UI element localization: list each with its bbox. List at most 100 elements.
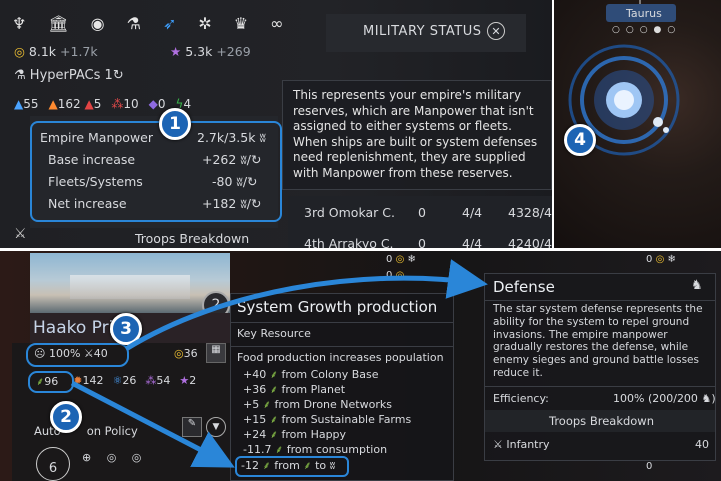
arrow-icon[interactable]: ➶ <box>163 14 176 33</box>
dust-icon: ◎ <box>14 44 25 59</box>
food-icon: ⸙ <box>262 459 271 472</box>
net-increase-value: +182 ʬ/↻ <box>202 196 262 211</box>
fleet-row-name[interactable]: 4th Arrakyo C. <box>304 236 394 248</box>
rifle-icon: ⚔ <box>493 438 503 451</box>
badge-2: 2 <box>50 401 82 433</box>
chevron-down-icon[interactable]: ▼ <box>206 417 226 437</box>
fleet-row-ratio: 4/4 <box>462 236 483 248</box>
population-stat: ☹ 100% ⚔40 <box>34 347 108 360</box>
science-icon: ⚛ <box>112 374 123 387</box>
infantry-row: ⚔ Infantry <box>493 438 550 451</box>
fleets-systems-value: -80 ʬ/↻ <box>212 174 258 189</box>
fleet-row-slot: 0 <box>418 205 426 220</box>
gear-sun-icon[interactable]: ✲ <box>198 14 211 33</box>
troops-breakdown: Troops Breakdown <box>549 414 655 428</box>
infantry-value: 40 <box>695 438 709 451</box>
money-stat: ◎ 8.1k +1.7k <box>14 44 98 59</box>
troops-icon: ʬ <box>259 130 266 145</box>
growth-line-last: -12 ⸙ from ⸙ to ʬ <box>241 459 336 472</box>
growth-line: +36 ⸙ from Planet <box>243 383 346 396</box>
food-icon: ⸙ <box>269 383 278 396</box>
key-resource: Key Resource <box>237 327 311 340</box>
efficiency-value: 100% (200/200 ♞) <box>613 392 716 405</box>
food-icon: ⸙ <box>269 413 278 426</box>
flask-icon[interactable]: ⚗ <box>127 14 141 33</box>
food-icon: ⸙ <box>36 375 45 388</box>
trophy-icon[interactable]: ♛ <box>234 14 248 33</box>
fleet-row-power: 4240/4 <box>508 236 552 248</box>
base-increase: Base increase <box>48 152 136 167</box>
badge-4: 4 <box>564 124 596 156</box>
badge-3: 3 <box>110 313 142 345</box>
star-icon: ★ <box>179 374 190 387</box>
influence-icon: ★ <box>170 44 182 59</box>
galaxy-map-panel: Taurus ○○○●○ 4 <box>554 0 721 248</box>
food-header: Food production increases population <box>237 351 444 364</box>
influence-icon: ⁂ <box>145 374 157 387</box>
museum-icon[interactable]: 🏛 <box>48 14 68 33</box>
defense-tooltip: Defense ♞ The star system defense repres… <box>484 273 716 461</box>
troops-rate-icon: ʬ/↻ <box>236 174 258 189</box>
military-status-panel: ♆ 🏛 ◉ ⚗ ➶ ✲ ♛ ∞ ◎ 8.1k +1.7k ★ 5.3k +269… <box>0 0 552 248</box>
food-icon: ⸙ <box>269 368 278 381</box>
unit-slot-icons[interactable]: ⊕ ◎ ◎ <box>82 451 147 464</box>
crystal-icon: ◆ <box>148 97 158 111</box>
troops-breakdown: Troops Breakdown <box>135 231 250 246</box>
flask-small-icon: ⚗ <box>14 68 26 83</box>
defense-icon: ♞ <box>691 278 703 293</box>
triad-icon: ⁂ <box>111 97 124 111</box>
handshake-icon[interactable]: ∞ <box>270 14 283 33</box>
population-icon: ☹ <box>34 347 46 360</box>
food-icon: ⸙ <box>303 459 312 472</box>
growth-title: System Growth production <box>237 298 438 316</box>
fleet-row-ratio: 4/4 <box>462 205 483 220</box>
growth-tooltip: System Growth production Key Resource Fo… <box>230 293 454 481</box>
gold-icon: ◎ <box>395 270 405 281</box>
rifle-icon: ⚔ <box>83 347 94 360</box>
automation-policy[interactable]: Auto on Policy <box>34 424 138 438</box>
empire-manpower-value: 2.7k/3.5k ʬ <box>197 130 266 145</box>
food-icon: ⸙ <box>274 443 284 456</box>
map-marker: 0 ◎ ❄ <box>386 254 416 265</box>
fleet-row-name[interactable]: 3rd Omokar C. <box>304 205 395 220</box>
gold-icon: ◎ <box>655 254 665 265</box>
gold-icon: ◎ <box>395 254 405 265</box>
growth-line: -11.7 ⸙ from consumption <box>243 443 388 456</box>
food-icon: ⸙ <box>269 428 278 441</box>
planet-dots: ○○○●○ <box>612 25 682 35</box>
map-marker: 0 ◎ <box>386 270 405 281</box>
coins-icon[interactable]: ◉ <box>91 14 105 33</box>
map-marker: 0 <box>646 461 653 472</box>
laurel-icon[interactable]: ♆ <box>12 14 26 33</box>
system-name[interactable]: Taurus <box>626 7 662 20</box>
system-title: Haako Pri <box>33 318 114 338</box>
influence-stat: ★ 5.3k +269 <box>170 44 251 59</box>
gold-icon: ◎ <box>174 347 184 360</box>
manpower-tooltip: This represents your empire's military r… <box>282 80 552 190</box>
troops-icon: ʬ <box>329 459 336 472</box>
resource-line: ⸙96 ✹142 ⚛26 ⁂54 ★2 <box>36 374 197 388</box>
drop-icon: ▲ <box>14 97 24 111</box>
net-increase: Net increase <box>48 196 127 211</box>
troops-rate-icon: ʬ/↻ <box>240 196 262 211</box>
snowflake-icon: ❄ <box>667 254 676 265</box>
military-status-title: MILITARY STATUS <box>363 24 482 39</box>
growth-line: +5 ⸙ from Drone Networks <box>243 398 392 411</box>
flame-red-icon: ▲ <box>84 97 94 111</box>
edit-button[interactable]: ✎ <box>182 417 202 437</box>
building-icon[interactable]: ▦ <box>206 343 226 363</box>
empire-manpower: Empire Manpower <box>40 130 154 145</box>
efficiency-label: Efficiency: <box>493 392 549 405</box>
system-view-panel: 2 Haako Pri ☹ 100% ⚔40 ◎ 3 6 ▦ ⸙96 ✹142 ⚛2… <box>0 251 721 481</box>
soldier-icon: ⚔ <box>14 226 27 242</box>
defense-small-icon: ♞ <box>701 392 712 405</box>
close-icon[interactable]: ✕ <box>487 22 505 40</box>
growth-line: +40 ⸙ from Colony Base <box>243 368 379 381</box>
food-icon: ⸙ <box>262 398 271 411</box>
badge-1: 1 <box>159 108 191 140</box>
troops-rate-icon: ʬ/↻ <box>240 152 262 167</box>
hyperpacs-stat: ⚗ HyperPACs 1↻ <box>14 68 124 83</box>
fleets-systems: Fleets/Systems <box>48 174 143 189</box>
flame-icon: ▲ <box>48 97 58 111</box>
population-circle: 6 <box>36 447 70 481</box>
